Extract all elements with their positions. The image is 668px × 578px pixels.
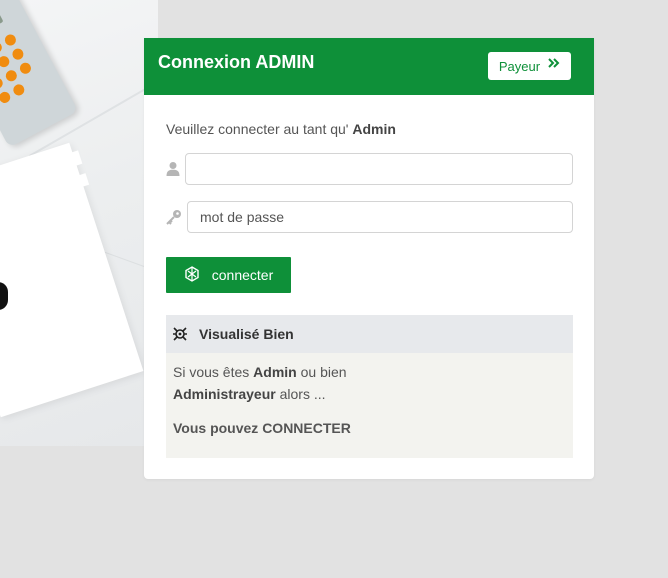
background-paper [0,142,144,418]
info-line-2-bold: Administrayeur [173,386,276,402]
connect-button[interactable]: connecter [166,257,291,293]
payeur-button-label: Payeur [498,58,541,74]
info-line-1-bold: Admin [253,364,297,380]
info-line-2-post: alors ... [275,386,326,402]
info-line-2: Administrayeur alors ... [173,383,566,405]
page-title: Connexion ADMIN [158,52,315,72]
username-row [166,153,573,185]
user-icon [166,161,182,177]
double-chevron-right-icon [548,56,560,74]
login-card: Connexion ADMIN Payeur Veuillez connecte… [144,38,594,479]
submit-icon [184,265,200,285]
username-input[interactable] [185,153,573,185]
info-header: Visualisé Bien [166,315,573,353]
connect-button-label: connecter [211,267,274,283]
card-header: Connexion ADMIN Payeur [144,38,594,95]
intro-text-bold: Admin [352,121,396,137]
intro-text-plain: Veuillez connecter au tant qu' [166,121,353,137]
payeur-button[interactable]: Payeur [488,52,571,80]
info-title: Visualisé Bien [199,326,294,342]
info-line-3: Vous pouvez CONNECTER [173,420,351,436]
page: Connexion ADMIN Payeur Veuillez connecte… [0,0,668,578]
info-line-1-pre: Si vous êtes [173,364,254,380]
info-line-1-post: ou bien [296,364,347,380]
password-row [166,201,573,233]
password-input[interactable] [187,201,573,233]
background-photo [0,0,158,446]
key-icon [166,209,182,225]
gear-bug-icon [173,327,187,341]
background-calculator [0,0,79,148]
intro-text: Veuillez connecter au tant qu' Admin [166,121,396,137]
info-line-1: Si vous êtes Admin ou bien [173,361,566,383]
info-body: Si vous êtes Admin ou bien Administrayeu… [166,353,573,447]
info-box: Visualisé Bien Si vous êtes Admin ou bie… [166,315,573,458]
